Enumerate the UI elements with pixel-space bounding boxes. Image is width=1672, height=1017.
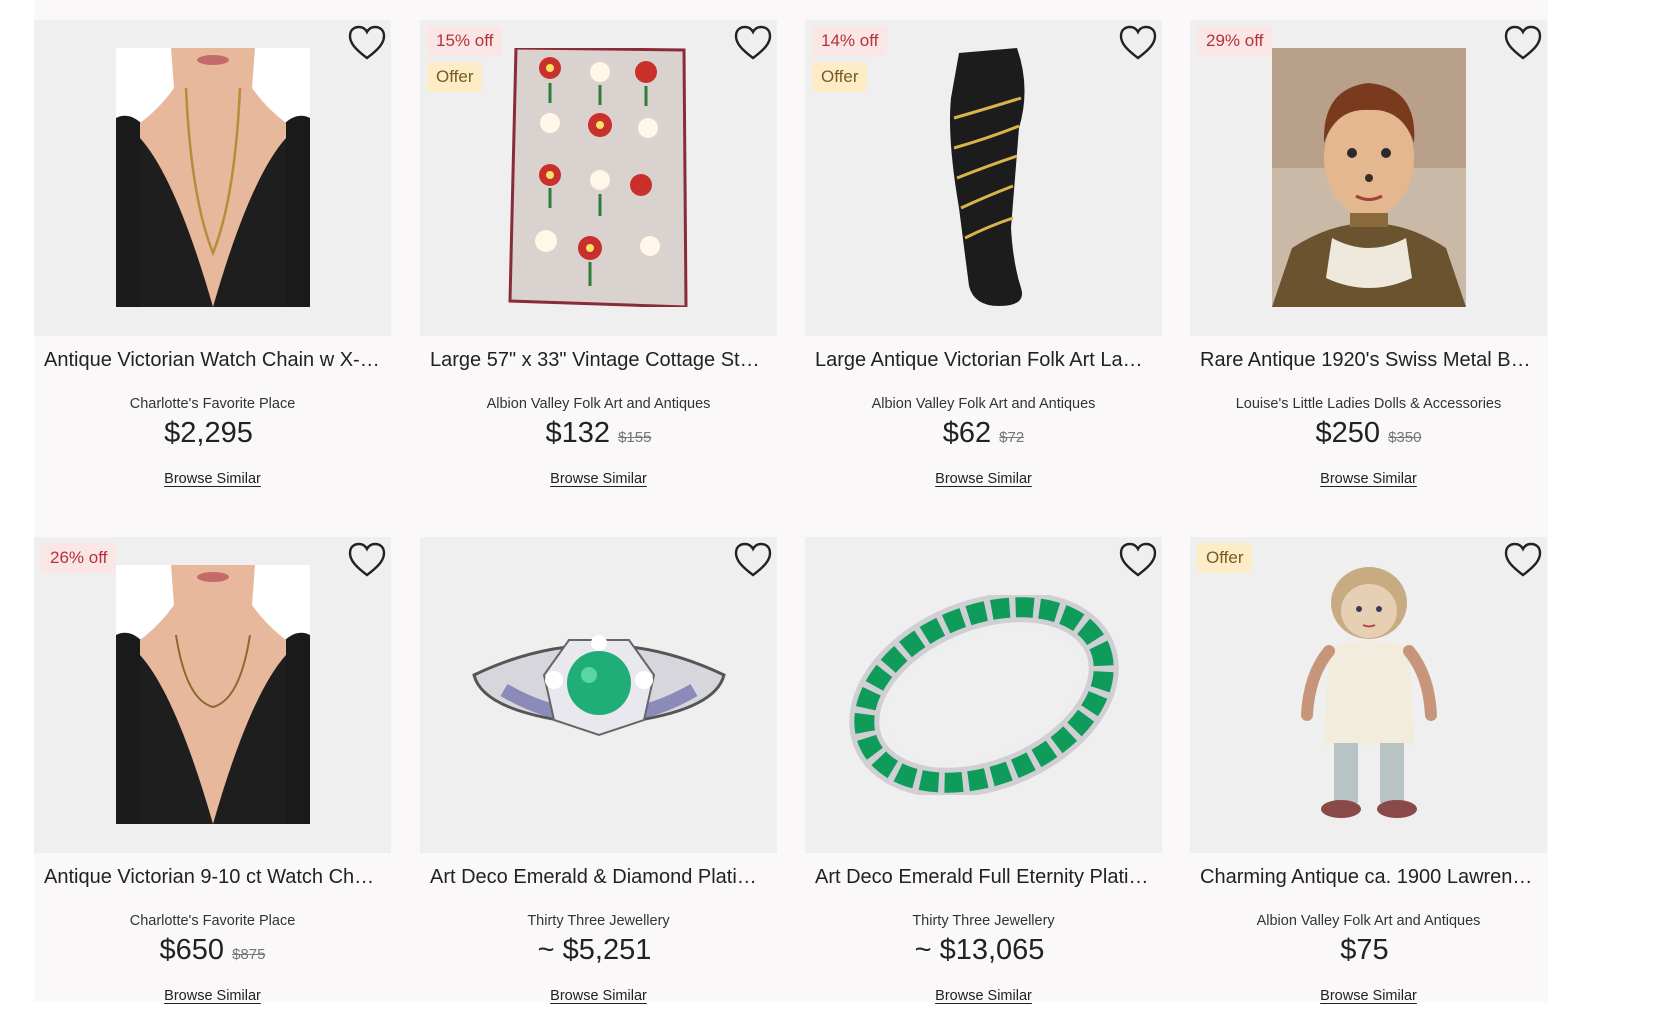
seller-name[interactable]: Louise's Little Ladies Dolls & Accessori… xyxy=(1190,396,1547,412)
necklace-image xyxy=(115,48,310,307)
discount-badge: 29% off xyxy=(1197,26,1273,56)
necklace-image xyxy=(115,565,310,824)
ring-image xyxy=(464,595,734,795)
price-row: $75 xyxy=(1190,934,1547,967)
browse-similar-link-wrap: Browse Similar xyxy=(34,987,391,1005)
original-price: $72 xyxy=(999,429,1025,446)
browse-similar-link-wrap: Browse Similar xyxy=(34,470,391,488)
product-image[interactable]: 29% off xyxy=(1190,20,1547,336)
badge-list: 15% off Offer xyxy=(427,26,503,98)
price: $132 xyxy=(545,417,611,449)
seller-name[interactable]: Charlotte's Favorite Place xyxy=(34,396,391,412)
cloth-doll-image xyxy=(1289,565,1449,827)
product-image[interactable]: Offer xyxy=(1190,537,1547,853)
browse-similar-link-wrap: Browse Similar xyxy=(420,470,777,488)
browse-similar-link[interactable]: Browse Similar xyxy=(1320,471,1417,487)
product-title[interactable]: Rare Antique 1920's Swiss Metal Ball Joi… xyxy=(1200,349,1537,372)
favorite-heart-icon[interactable] xyxy=(1118,541,1158,579)
price-row: $132 $155 xyxy=(420,417,777,450)
product-card[interactable]: 14% off Offer Large Antique Victorian Fol… xyxy=(805,20,1162,500)
offer-badge: Offer xyxy=(427,62,483,92)
offer-badge: Offer xyxy=(1197,543,1253,573)
discount-badge: 14% off xyxy=(812,26,888,56)
browse-similar-link-wrap: Browse Similar xyxy=(805,470,1162,488)
eternity-band-image xyxy=(848,595,1119,795)
browse-similar-link[interactable]: Browse Similar xyxy=(935,471,1032,487)
product-card[interactable]: Offer Charming Antique ca. 1900 Lawrence… xyxy=(1190,537,1547,1017)
product-card[interactable]: 29% off Rare Antique 1920's Swiss Metal … xyxy=(1190,20,1547,500)
discount-badge: 15% off xyxy=(427,26,503,56)
discount-badge: 26% off xyxy=(41,543,117,573)
product-title[interactable]: Art Deco Emerald Full Eternity Platinum … xyxy=(815,866,1152,889)
favorite-heart-icon[interactable] xyxy=(347,541,387,579)
badge-list: 26% off xyxy=(41,543,117,579)
product-title[interactable]: Large 57" x 33" Vintage Cottage Style Ho… xyxy=(430,349,767,372)
seller-name[interactable]: Albion Valley Folk Art and Antiques xyxy=(805,396,1162,412)
doll-portrait-image xyxy=(1271,48,1466,307)
product-title[interactable]: Art Deco Emerald & Diamond Platinum Ring xyxy=(430,866,767,889)
badge-list: 29% off xyxy=(1197,26,1273,62)
favorite-heart-icon[interactable] xyxy=(347,24,387,62)
product-title[interactable]: Large Antique Victorian Folk Art Lady's … xyxy=(815,349,1152,372)
original-price: $350 xyxy=(1388,429,1422,446)
product-card[interactable]: 15% off Offer Large 57" x 33" Vintage Cot… xyxy=(420,20,777,500)
price: $250 xyxy=(1315,417,1381,449)
badge-list: Offer xyxy=(1197,543,1253,579)
product-card[interactable]: Art Deco Emerald & Diamond Platinum Ring… xyxy=(420,537,777,1017)
favorite-heart-icon[interactable] xyxy=(733,541,773,579)
price-row: ~ $5,251 xyxy=(420,934,777,967)
price-row: $62 $72 xyxy=(805,417,1162,450)
product-title[interactable]: Antique Victorian 9-10 ct Watch Chain Ne… xyxy=(44,866,381,889)
browse-similar-link-wrap: Browse Similar xyxy=(1190,987,1547,1005)
browse-similar-link[interactable]: Browse Similar xyxy=(164,471,261,487)
badge-list: 14% off Offer xyxy=(812,26,888,98)
favorite-heart-icon[interactable] xyxy=(733,24,773,62)
price: $650 xyxy=(159,934,225,966)
product-image[interactable]: 14% off Offer xyxy=(805,20,1162,336)
browse-similar-link-wrap: Browse Similar xyxy=(805,987,1162,1005)
favorite-heart-icon[interactable] xyxy=(1503,541,1543,579)
favorite-heart-icon[interactable] xyxy=(1503,24,1543,62)
seller-name[interactable]: Albion Valley Folk Art and Antiques xyxy=(420,396,777,412)
browse-similar-link[interactable]: Browse Similar xyxy=(550,471,647,487)
price-row: ~ $13,065 xyxy=(805,934,1162,967)
product-card[interactable]: Antique Victorian Watch Chain w X-Lg Fob… xyxy=(34,20,391,500)
original-price: $155 xyxy=(618,429,652,446)
product-card[interactable]: 26% off Antique Victorian 9-10 ct Watch … xyxy=(34,537,391,1017)
rug-image xyxy=(507,48,690,307)
product-title[interactable]: Antique Victorian Watch Chain w X-Lg Fob… xyxy=(44,349,381,372)
product-image[interactable] xyxy=(420,537,777,853)
seller-name[interactable]: Albion Valley Folk Art and Antiques xyxy=(1190,913,1547,929)
product-image[interactable] xyxy=(34,20,391,336)
product-card[interactable]: Art Deco Emerald Full Eternity Platinum … xyxy=(805,537,1162,1017)
product-image[interactable] xyxy=(805,537,1162,853)
price: $62 xyxy=(942,417,992,449)
seller-name[interactable]: Thirty Three Jewellery xyxy=(420,913,777,929)
seller-name[interactable]: Charlotte's Favorite Place xyxy=(34,913,391,929)
price: ~ $13,065 xyxy=(914,934,1045,966)
browse-similar-link-wrap: Browse Similar xyxy=(1190,470,1547,488)
product-image[interactable]: 26% off xyxy=(34,537,391,853)
favorite-heart-icon[interactable] xyxy=(1118,24,1158,62)
product-image[interactable]: 15% off Offer xyxy=(420,20,777,336)
price: $75 xyxy=(1340,934,1389,966)
browse-similar-link-wrap: Browse Similar xyxy=(420,987,777,1005)
price-row: $250 $350 xyxy=(1190,417,1547,450)
stocking-image xyxy=(929,48,1039,307)
seller-name[interactable]: Thirty Three Jewellery xyxy=(805,913,1162,929)
price-row: $650 $875 xyxy=(34,934,391,967)
price: ~ $5,251 xyxy=(537,934,652,966)
price-row: $2,295 xyxy=(34,417,391,450)
price: $2,295 xyxy=(164,417,253,449)
product-title[interactable]: Charming Antique ca. 1900 Lawrence Cloth… xyxy=(1200,866,1537,889)
original-price: $875 xyxy=(232,946,266,963)
offer-badge: Offer xyxy=(812,62,868,92)
